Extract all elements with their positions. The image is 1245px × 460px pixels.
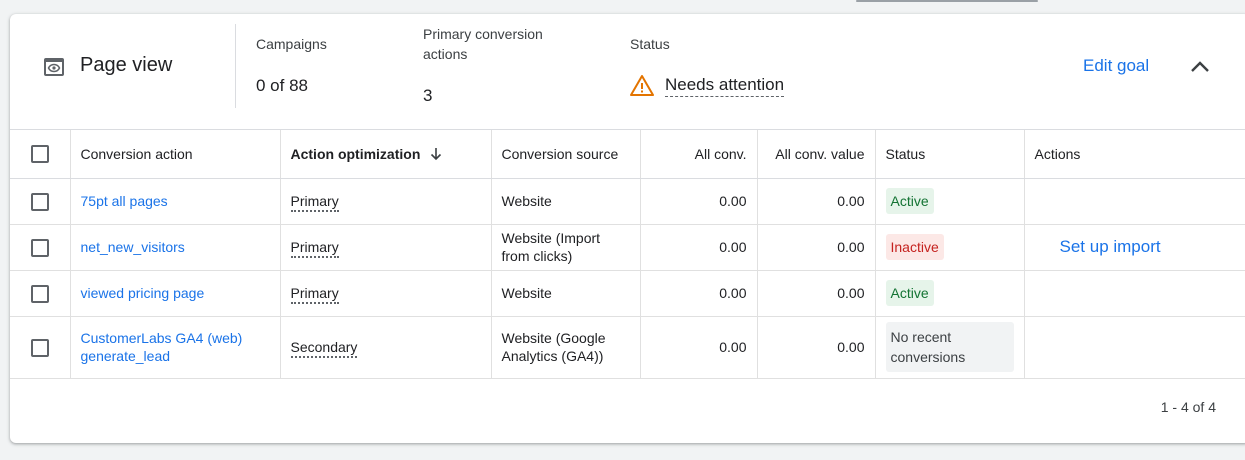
warning-icon <box>630 75 654 96</box>
goal-title: Page view <box>80 54 173 76</box>
all-conv-value: 0.00 <box>640 178 758 225</box>
row-checkbox[interactable] <box>30 238 49 257</box>
all-conv-value-amount: 0.00 <box>757 224 876 271</box>
conversion-action-link[interactable]: 75pt all pages <box>81 193 168 209</box>
action-optimization-value[interactable]: Primary <box>290 193 339 212</box>
row-actions <box>1024 270 1245 317</box>
conversion-actions-table: Conversion action Action optimization Co… <box>10 130 1245 379</box>
header-conversion-action[interactable]: Conversion action <box>70 130 281 179</box>
goal-status-value[interactable]: Needs attention <box>665 75 785 97</box>
header-conversion-source[interactable]: Conversion source <box>491 130 641 179</box>
row-actions <box>1024 316 1245 379</box>
table-header-row: Conversion action Action optimization Co… <box>10 130 1245 179</box>
row-checkbox[interactable] <box>30 192 49 211</box>
action-optimization-value[interactable]: Primary <box>290 239 339 258</box>
status-badge: Active <box>885 188 934 214</box>
status-badge: Inactive <box>885 234 944 260</box>
pagination-summary: 1 - 4 of 4 <box>1160 399 1216 415</box>
all-conv-value: 0.00 <box>640 270 758 317</box>
table-row: viewed pricing page Primary Website 0.00… <box>10 270 1245 317</box>
action-optimization-value[interactable]: Primary <box>290 285 339 304</box>
goal-card: Page view Campaigns 0 of 88 Primary conv… <box>10 14 1245 443</box>
table-row: 75pt all pages Primary Website 0.00 0.00… <box>10 178 1245 225</box>
select-all-cell <box>10 130 71 179</box>
edit-goal-button[interactable]: Edit goal <box>1083 56 1149 76</box>
table-row: net_new_visitors Primary Website (Import… <box>10 224 1245 271</box>
conversion-source: Website (Google Analytics (GA4)) <box>491 316 641 379</box>
conversion-source: Website <box>491 270 641 317</box>
row-select-cell <box>10 316 71 379</box>
all-conv-value: 0.00 <box>640 224 758 271</box>
header-action-optimization[interactable]: Action optimization <box>280 130 492 179</box>
chevron-up-icon[interactable] <box>1187 54 1213 80</box>
conversion-action-link[interactable]: net_new_visitors <box>81 239 185 255</box>
header-status[interactable]: Status <box>875 130 1025 179</box>
conversion-action-link[interactable]: viewed pricing page <box>81 285 205 301</box>
row-checkbox[interactable] <box>30 284 49 303</box>
campaigns-label: Campaigns <box>256 36 327 52</box>
status-badge: Active <box>885 280 934 306</box>
action-optimization-value[interactable]: Secondary <box>290 339 358 358</box>
all-conv-value-amount: 0.00 <box>757 316 876 379</box>
conversion-source: Website (Import from clicks) <box>491 224 641 271</box>
row-select-cell <box>10 178 71 225</box>
primary-actions-value: 3 <box>423 86 433 105</box>
select-all-checkbox[interactable] <box>30 145 49 164</box>
header-action-optimization-label: Action optimization <box>290 145 421 162</box>
arrow-down-icon[interactable] <box>428 146 444 162</box>
header-all-conv[interactable]: All conv. <box>640 130 758 179</box>
conversion-action-link[interactable]: CustomerLabs GA4 (web) generate_lead <box>81 330 243 364</box>
all-conv-value-amount: 0.00 <box>757 270 876 317</box>
header-actions: Actions <box>1024 130 1245 179</box>
primary-actions-label: Primary conversion actions <box>423 26 543 62</box>
row-select-cell <box>10 270 71 317</box>
row-select-cell <box>10 224 71 271</box>
goal-status[interactable]: Needs attention <box>629 74 785 98</box>
eye-icon <box>44 58 64 76</box>
header-divider <box>235 24 236 108</box>
all-conv-value-amount: 0.00 <box>757 178 876 225</box>
row-checkbox[interactable] <box>30 338 49 357</box>
goal-status-label: Status <box>630 36 670 52</box>
campaigns-value: 0 of 88 <box>256 76 308 95</box>
conversion-source: Website <box>491 178 641 225</box>
status-badge: No recent conversions <box>885 322 1014 372</box>
set-up-import-button[interactable]: Set up import <box>1035 237 1161 256</box>
row-actions <box>1024 178 1245 225</box>
table-row: CustomerLabs GA4 (web) generate_lead Sec… <box>10 316 1245 379</box>
top-scrollbar[interactable] <box>856 0 1038 2</box>
all-conv-value: 0.00 <box>640 316 758 379</box>
goal-header: Page view Campaigns 0 of 88 Primary conv… <box>10 14 1245 130</box>
header-all-conv-value[interactable]: All conv. value <box>757 130 876 179</box>
